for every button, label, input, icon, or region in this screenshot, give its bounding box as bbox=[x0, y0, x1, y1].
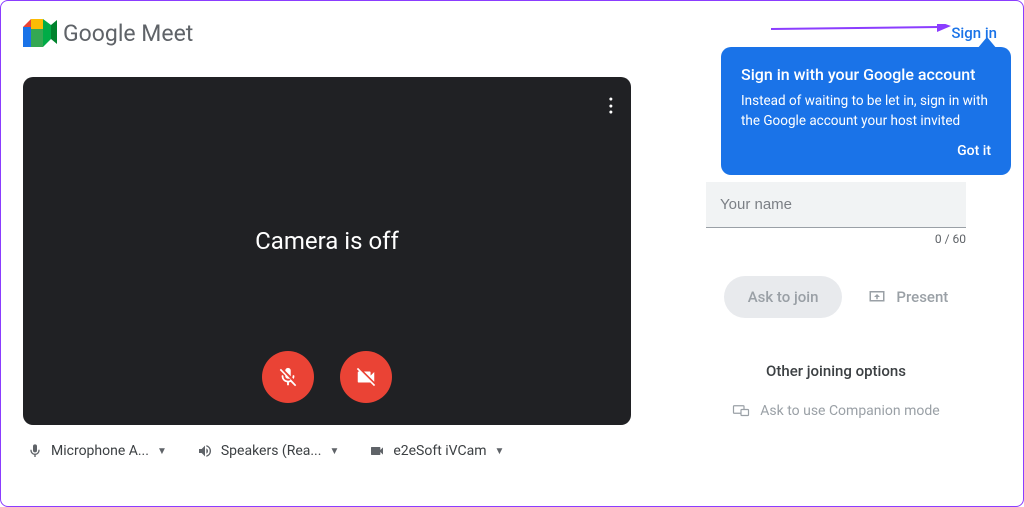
logo-area: Google Meet bbox=[23, 19, 193, 47]
toggle-mic-button[interactable] bbox=[262, 351, 314, 403]
toggle-camera-button[interactable] bbox=[340, 351, 392, 403]
device-selector-row: Microphone A... ▼ Speakers (Rea... ▼ e2e… bbox=[23, 425, 631, 459]
other-options-heading: Other joining options bbox=[766, 362, 906, 380]
companion-mode-button[interactable]: Ask to use Companion mode bbox=[732, 402, 939, 420]
camera-icon bbox=[369, 443, 385, 459]
speaker-icon bbox=[197, 443, 213, 459]
chevron-down-icon: ▼ bbox=[157, 446, 167, 457]
present-button[interactable]: Present bbox=[868, 288, 948, 306]
join-actions: Ask to join Present bbox=[724, 276, 949, 318]
mic-selector[interactable]: Microphone A... ▼ bbox=[27, 443, 167, 459]
speaker-selector[interactable]: Speakers (Rea... ▼ bbox=[197, 443, 339, 459]
preview-more-menu[interactable]: ●●● bbox=[609, 95, 613, 118]
callout-title: Sign in with your Google account bbox=[741, 65, 991, 84]
companion-icon bbox=[732, 402, 750, 420]
mic-label: Microphone A... bbox=[51, 443, 149, 459]
speaker-label: Speakers (Rea... bbox=[221, 443, 322, 459]
mic-icon bbox=[27, 443, 43, 459]
camera-off-icon bbox=[355, 366, 377, 388]
product-name: Google Meet bbox=[63, 20, 193, 47]
name-char-count: 0 / 60 bbox=[706, 232, 966, 246]
ask-to-join-button[interactable]: Ask to join bbox=[724, 276, 843, 318]
sign-in-callout: Sign in with your Google account Instead… bbox=[721, 47, 1011, 175]
callout-body: Instead of waiting to be let in, sign in… bbox=[741, 92, 991, 131]
present-label: Present bbox=[896, 288, 948, 306]
camera-selector[interactable]: e2eSoft iVCam ▼ bbox=[369, 443, 504, 459]
chevron-down-icon: ▼ bbox=[495, 446, 505, 457]
camera-label: e2eSoft iVCam bbox=[393, 443, 486, 459]
callout-dismiss-button[interactable]: Got it bbox=[741, 143, 991, 159]
chevron-down-icon: ▼ bbox=[329, 446, 339, 457]
name-input[interactable] bbox=[706, 182, 966, 228]
meet-logo-icon bbox=[23, 19, 57, 47]
preview-controls bbox=[262, 351, 392, 403]
video-preview: ●●● Camera is off bbox=[23, 77, 631, 425]
camera-status-text: Camera is off bbox=[255, 227, 399, 255]
companion-label: Ask to use Companion mode bbox=[760, 403, 939, 419]
present-icon bbox=[868, 288, 886, 306]
mic-off-icon bbox=[277, 366, 299, 388]
